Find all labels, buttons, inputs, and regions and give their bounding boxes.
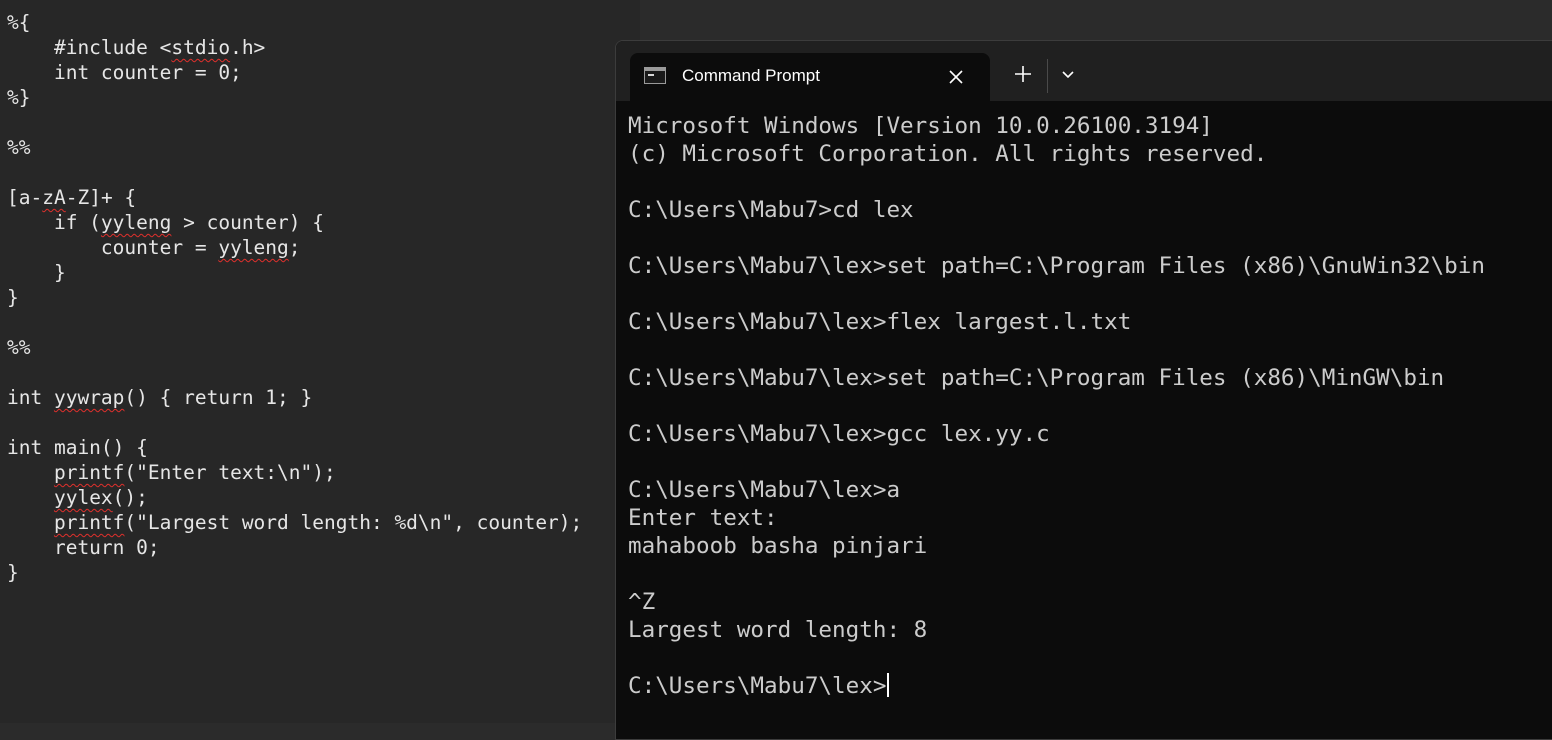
code-text: .h> [230,36,266,59]
terminal-line: (c) Microsoft Corporation. All rights re… [628,141,1268,167]
code-line: printf("Largest word length: %d\n", coun… [7,510,582,535]
terminal-icon [644,67,666,84]
terminal-line: C:\Users\Mabu7>cd lex [628,197,914,223]
close-tab-button[interactable] [945,66,967,88]
code-text: return 0; [7,536,160,559]
code-text: %} [7,86,31,109]
code-text: int main() { [7,436,148,459]
code-text: } [7,561,19,584]
terminal-line: C:\Users\Mabu7\lex>set path=C:\Program F… [628,253,1485,279]
code-text: } [7,286,19,309]
code-text: ("Largest word length: %d\n", counter); [124,511,583,534]
terminal-line: C:\Users\Mabu7\lex>set path=C:\Program F… [628,365,1445,391]
titlebar-divider [1047,59,1048,93]
code-text: ; [288,236,301,259]
code-line: %% [7,335,582,360]
code-line: int main() { [7,435,582,460]
code-line: %% [7,135,582,160]
tab-dropdown-button[interactable] [1058,65,1078,85]
terminal-prompt: C:\Users\Mabu7\lex> [628,673,887,699]
code-text: if ( [7,211,101,234]
code-text: () { return 1; } [124,386,313,409]
code-line: int counter = 0; [7,60,582,85]
code-line: int yywrap() { return 1; } [7,385,582,410]
code-text: > counter) { [171,211,324,234]
terminal-line: Microsoft Windows [Version 10.0.26100.31… [628,113,1213,139]
terminal-line: C:\Users\Mabu7\lex>a [628,477,901,503]
code-text: %% [7,136,31,159]
close-icon [949,70,963,84]
code-text: int [7,386,54,409]
plus-icon [1015,66,1031,82]
tab-title: Command Prompt [682,66,820,85]
code-line: return 0; [7,535,582,560]
code-line: #include <stdio.h> [7,35,582,60]
terminal-line: ^Z [628,589,656,615]
terminal-output[interactable]: Microsoft Windows [Version 10.0.26100.31… [628,112,1485,700]
code-text: (); [112,486,148,509]
code-line: } [7,560,582,585]
terminal-line: C:\Users\Mabu7\lex>gcc lex.yy.c [628,421,1050,447]
spellcheck-underlined-word: printf [53,511,125,534]
code-text: [a- [7,186,43,209]
text-cursor [887,673,890,697]
code-line: %{ [7,10,582,35]
spellcheck-underlined-word: yywrap [53,386,125,409]
terminal-line: Enter text: [628,505,778,531]
code-line: yylex(); [7,485,582,510]
spellcheck-underlined-word: zA [42,186,66,209]
code-line: [a-zA-Z]+ { [7,185,582,210]
spellcheck-underlined-word: yyleng [218,236,289,259]
code-text: -Z]+ { [65,186,137,209]
chevron-down-icon [1062,71,1074,79]
code-line: } [7,260,582,285]
code-text: %% [7,336,31,359]
new-tab-button[interactable] [1012,63,1034,85]
code-text: %{ [7,11,31,34]
code-text: #include < [7,36,172,59]
spellcheck-underlined-word: printf [53,461,125,484]
spellcheck-underlined-word: yyleng [100,211,172,234]
code-line: %} [7,85,582,110]
text-editor[interactable]: %{ #include <stdio.h> int counter = 0;%}… [0,0,640,723]
code-line: if (yyleng > counter) { [7,210,582,235]
code-line: printf("Enter text:\n"); [7,460,582,485]
spellcheck-underlined-word: stdio [171,36,231,59]
terminal-prompt-line[interactable]: C:\Users\Mabu7\lex> [628,672,1485,700]
code-lines: %{ #include <stdio.h> int counter = 0;%}… [7,10,582,585]
spellcheck-underlined-word: yylex [53,486,113,509]
code-text: } [7,261,66,284]
command-prompt-window[interactable]: Command Prompt Microsoft Windows [Versio… [615,40,1552,740]
terminal-titlebar[interactable]: Command Prompt [616,41,1552,101]
tab-command-prompt[interactable]: Command Prompt [630,53,990,101]
code-text: int counter = 0; [7,61,242,84]
terminal-line: C:\Users\Mabu7\lex>flex largest.l.txt [628,309,1132,335]
code-line: } [7,285,582,310]
terminal-line: Largest word length: 8 [628,617,928,643]
code-text: counter = [7,236,219,259]
code-text: ("Enter text:\n"); [124,461,336,484]
terminal-line: mahaboob basha pinjari [628,533,928,559]
code-line: counter = yyleng; [7,235,582,260]
